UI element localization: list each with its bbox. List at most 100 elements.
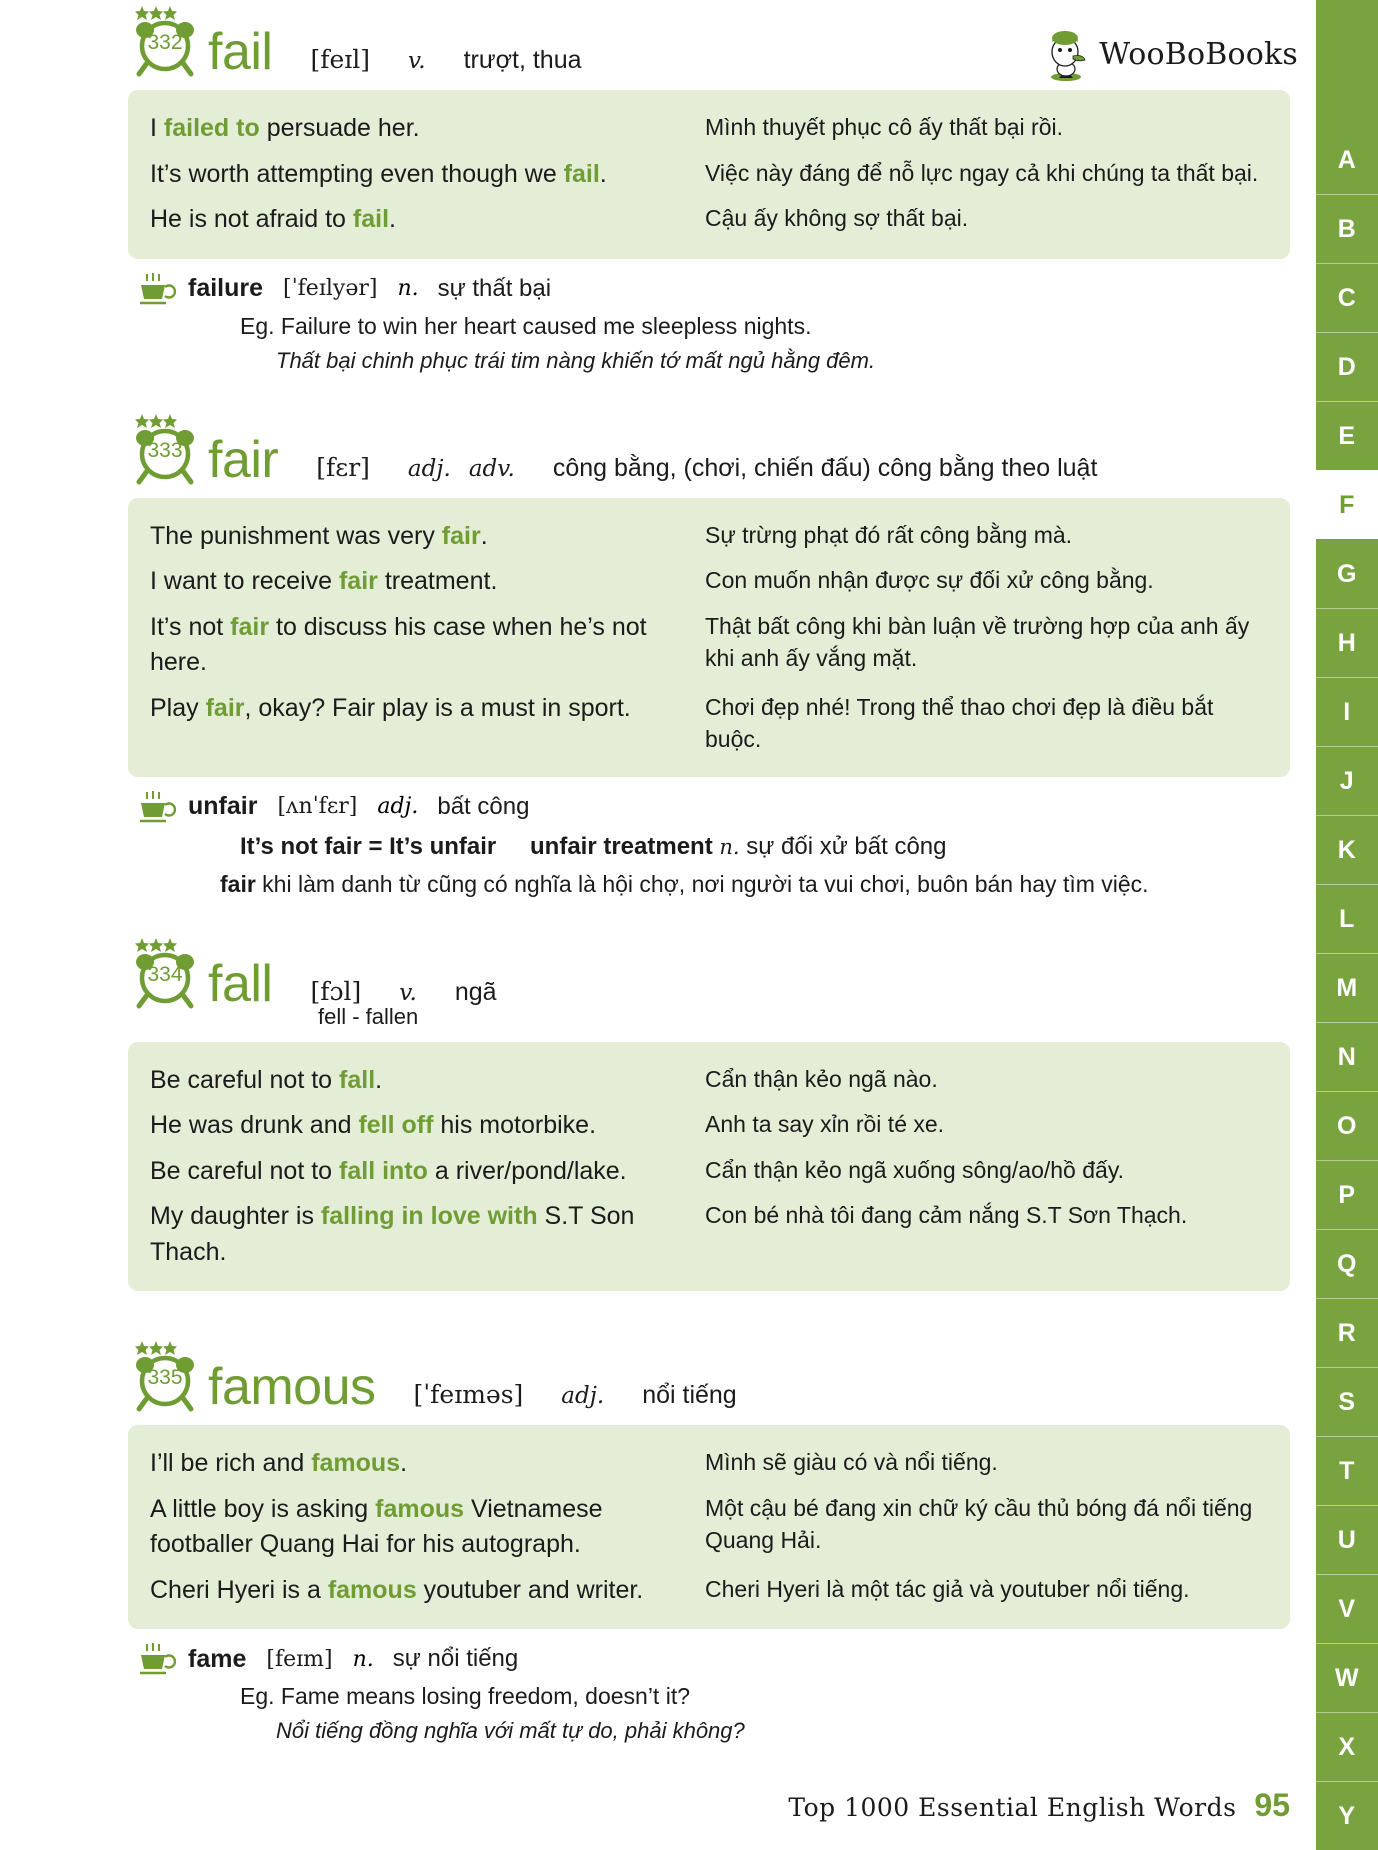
alpha-tab-b[interactable]: B <box>1316 194 1378 263</box>
alarm-clock-icon: 334 <box>128 936 202 1010</box>
example-vietnamese: Cẩn thận kẻo ngã xuống sông/ao/hồ đấy. <box>705 1156 1125 1183</box>
example-row: I failed to persuade her. Mình thuyết phụ… <box>150 106 1268 152</box>
example-row: Cheri Hyeri is a famous youtuber and wri… <box>150 1568 1268 1614</box>
page-number: 95 <box>1254 1787 1290 1823</box>
phonetic-transcription: [feɪl] <box>310 45 371 74</box>
alpha-tab-u[interactable]: U <box>1316 1505 1378 1574</box>
part-of-speech: v. <box>399 979 417 1006</box>
alpha-tab-t[interactable]: T <box>1316 1436 1378 1505</box>
alpha-tab-j[interactable]: J <box>1316 746 1378 815</box>
example-english: A little boy is asking famous Vietnamese… <box>150 1494 603 1559</box>
example-english: Be careful not to fall into a river/pond… <box>150 1156 627 1185</box>
example-english: The punishment was very fair. <box>150 521 488 550</box>
highlighted-target-word: fail <box>563 159 600 188</box>
derived-part-of-speech: adj. <box>377 794 419 820</box>
phonetic-transcription: [fɔl] <box>310 976 362 1006</box>
entry-number: 335 <box>147 1366 183 1390</box>
alpha-tab-o[interactable]: O <box>1316 1091 1378 1160</box>
example-row: Be careful not to fall into a river/pond… <box>150 1149 1268 1195</box>
highlighted-target-word: famous <box>311 1449 401 1478</box>
example-row: My daughter is falling in love with S.T … <box>150 1194 1268 1275</box>
alpha-tab-g[interactable]: G <box>1316 539 1378 608</box>
alpha-tab-k[interactable]: K <box>1316 815 1378 884</box>
alpha-tab-h[interactable]: H <box>1316 608 1378 677</box>
derived-phonetic: [ʌnˈfɛr] <box>277 794 358 820</box>
example-english: He is not afraid to fail. <box>150 205 396 233</box>
part-of-speech: adj. <box>407 455 451 482</box>
highlighted-target-word: falling in love with <box>320 1202 538 1231</box>
example-row: Be careful not to fall. Cẩn thận kẻo ngã … <box>150 1058 1268 1104</box>
derived-example-vietnamese: Thất bại chinh phục trái tim nàng khiến … <box>276 347 876 373</box>
word-entry: 333 fair [fɛr] adj. adv. công bằng, (chơi, ch… <box>128 408 1290 898</box>
derived-meaning: bất công <box>437 792 530 820</box>
alpha-tab-l[interactable]: L <box>1316 884 1378 953</box>
book-page: ABCDEFGHIJKLMNOPQRSTUVWXY WooBoBooks 332… <box>0 0 1378 1850</box>
examples-box: I’ll be rich and famous. Mình sẽ giàu có … <box>128 1425 1290 1630</box>
example-vietnamese: Con muốn nhận được sự đối xử công bằng. <box>705 567 1154 593</box>
entry-spacer <box>128 1291 1290 1335</box>
alpha-tab-i[interactable]: I <box>1316 677 1378 746</box>
example-row: I’ll be rich and famous. Mình sẽ giàu có … <box>150 1441 1268 1487</box>
usage-note-text: fair khi làm danh từ cũng có nghĩa là hộ… <box>220 870 1149 897</box>
coffee-cup-icon <box>136 1643 177 1675</box>
entries-container: 332 fail [feɪl] v. trượt, thua I failed to pe… <box>0 0 1316 1850</box>
example-english: I failed to persuade her. <box>150 114 420 142</box>
example-english: He was drunk and fell off his motorbike. <box>150 1111 597 1140</box>
examples-box: I failed to persuade her. Mình thuyết phụ… <box>128 90 1290 259</box>
derived-part-of-speech: n. <box>352 1646 374 1672</box>
alarm-clock-icon: 335 <box>128 1339 202 1413</box>
usage-equivalence: It’s not fair = It’s unfair <box>240 832 497 860</box>
highlighted-target-word: fair <box>230 612 270 641</box>
derived-part-of-speech: n. <box>397 276 419 301</box>
derived-word-section: fame [feɪm] n. sự nổi tiếng Eg. Fame means l… <box>128 1643 1290 1744</box>
entry-header: 333 fair [fɛr] adj. adv. công bằng, (chơi, ch… <box>128 408 1290 486</box>
word-entry: 332 fail [feɪl] v. trượt, thua I failed to pe… <box>128 0 1290 374</box>
alpha-tab-e[interactable]: E <box>1316 401 1378 470</box>
example-vietnamese: Anh ta say xỉn rồi té xe. <box>705 1111 945 1138</box>
part-of-speech-secondary: adv. <box>468 455 515 482</box>
meaning-vietnamese: trượt, thua <box>463 46 582 74</box>
alpha-tab-c[interactable]: C <box>1316 263 1378 332</box>
derived-word-header: failure [ˈfeɪlyər] n. sự thất bại <box>136 272 1290 305</box>
example-english: It’s worth attempting even though we fai… <box>150 159 607 188</box>
derived-word-section: unfair [ʌnˈfɛr] adj. bất công It’s not fair … <box>128 790 1290 898</box>
example-vietnamese: Sự trừng phạt đó rất công bằng mà. <box>705 521 1073 548</box>
example-vietnamese: Chơi đẹp nhé! Trong thể thao chơi đẹp là… <box>705 693 1214 753</box>
example-row: Play fair, okay? Fair play is a must in … <box>150 686 1268 761</box>
example-row: I want to receive fair treatment. Con muố… <box>150 559 1268 605</box>
examples-box: The punishment was very fair. Sự trừng ph… <box>128 497 1290 777</box>
alpha-tab-a[interactable]: A <box>1316 126 1378 194</box>
alpha-tab-d[interactable]: D <box>1316 332 1378 401</box>
alpha-tab-m[interactable]: M <box>1316 953 1378 1022</box>
highlighted-target-word: famous <box>327 1575 417 1604</box>
alpha-tab-y[interactable]: Y <box>1316 1781 1378 1850</box>
example-row: It’s worth attempting even though we fai… <box>150 152 1268 198</box>
highlighted-target-word: fall into <box>339 1156 428 1185</box>
example-row: The punishment was very fair. Sự trừng ph… <box>150 514 1268 560</box>
example-english: I’ll be rich and famous. <box>150 1449 408 1478</box>
alpha-tab-r[interactable]: R <box>1316 1298 1378 1367</box>
alpha-tab-v[interactable]: V <box>1316 1574 1378 1643</box>
entry-header: 334 fall [fɔl] v. ngã <box>128 932 1290 1010</box>
coffee-cup-icon <box>136 790 177 823</box>
example-english: My daughter is falling in love with S.T … <box>150 1202 635 1266</box>
meaning-vietnamese: nổi tiếng <box>642 1381 737 1410</box>
alpha-tab-q[interactable]: Q <box>1316 1229 1378 1298</box>
headword: fail <box>208 23 273 81</box>
word-entry: 334 fall [fɔl] v. ngã fell - fallen Be careful… <box>128 932 1290 1292</box>
derived-meaning: sự thất bại <box>437 274 552 302</box>
derived-example-english: Eg. Failure to win her heart caused me s… <box>240 312 812 339</box>
entry-number: 333 <box>147 438 183 462</box>
alpha-tab-s[interactable]: S <box>1316 1367 1378 1436</box>
alpha-tab-w[interactable]: W <box>1316 1643 1378 1712</box>
highlighted-target-word: fair <box>441 521 481 550</box>
alpha-tab-p[interactable]: P <box>1316 1160 1378 1229</box>
example-vietnamese: Một cậu bé đang xin chữ ký cầu thủ bóng … <box>705 1494 1253 1554</box>
alpha-tab-x[interactable]: X <box>1316 1712 1378 1781</box>
alpha-tab-f[interactable]: F <box>1316 470 1378 539</box>
headword: fall <box>208 954 273 1013</box>
example-vietnamese: Cheri Hyeri là một tác giả và youtuber n… <box>705 1575 1190 1602</box>
meaning-vietnamese: công bằng, (chơi, chiến đấu) công bằng t… <box>552 453 1098 482</box>
part-of-speech: adj. <box>561 1383 605 1410</box>
alpha-tab-n[interactable]: N <box>1316 1022 1378 1091</box>
